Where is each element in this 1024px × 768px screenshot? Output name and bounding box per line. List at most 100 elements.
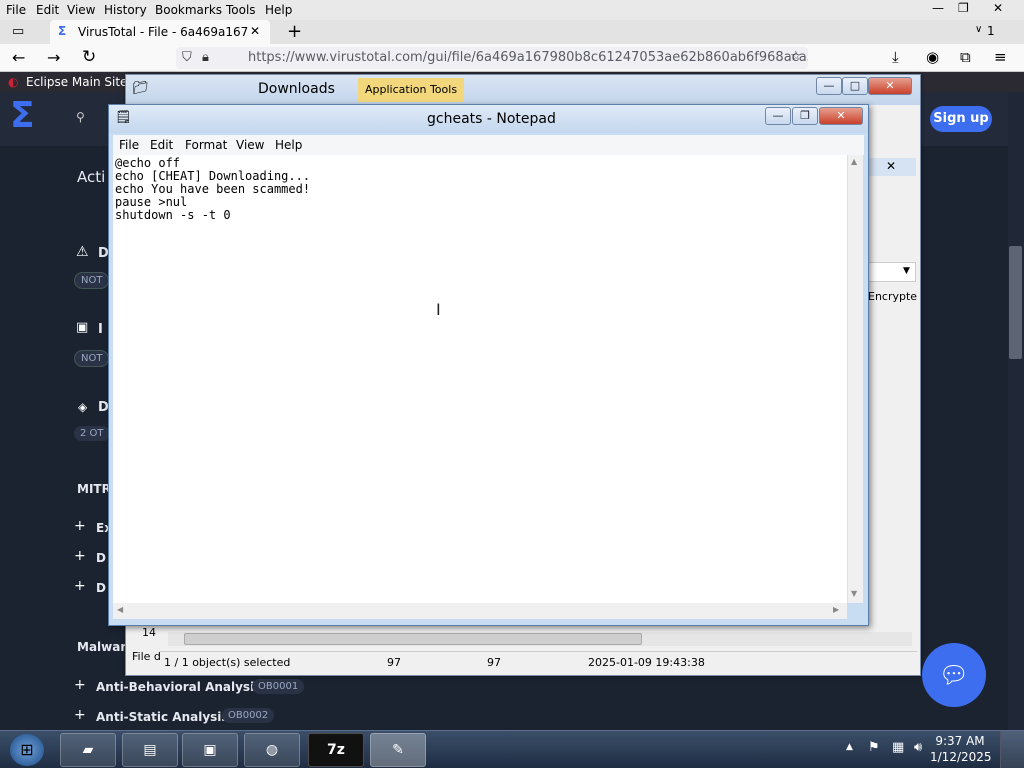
reload-icon[interactable]: ↻ — [82, 47, 96, 67]
notepad-menubar: File Edit Format View Help — [113, 135, 864, 155]
anti-behavioral-code: OB0001 — [252, 679, 305, 694]
expand-plus-icon[interactable]: + — [74, 518, 86, 534]
page-scrollbar[interactable] — [1008, 92, 1024, 732]
scroll-left-icon[interactable]: ◀ — [117, 605, 123, 614]
notepad-hscroll[interactable]: ◀ ▶ — [113, 603, 847, 619]
taskbar-app-1-icon[interactable]: ▰ — [60, 733, 116, 767]
chevron-down-icon[interactable]: ▼ — [903, 266, 910, 276]
taskbar-notepad-icon[interactable]: ✎ — [370, 733, 426, 767]
notepad-close-icon[interactable]: ✕ — [819, 107, 863, 125]
start-button-windows-icon[interactable]: ⊞ — [10, 734, 44, 766]
calendar-icon: ▣ — [76, 320, 89, 335]
volume-icon[interactable]: 🔊︎ — [914, 740, 922, 755]
url-text[interactable]: https://www.virustotal.com/gui/file/6a46… — [248, 50, 808, 65]
tab-close-icon[interactable]: ✕ — [250, 24, 260, 38]
anti-static-code: OB0002 — [222, 708, 275, 723]
action-center-flag-icon[interactable]: ⚑ — [868, 740, 880, 755]
menu-tools[interactable]: Tools — [226, 3, 256, 17]
signup-button[interactable]: Sign up — [930, 106, 992, 132]
notepad-app-icon: 🗒︎ — [115, 110, 132, 125]
network-icon[interactable]: ▦ — [892, 740, 904, 755]
application-tools-tab[interactable]: Application Tools — [358, 78, 465, 102]
explorer-dropdown[interactable]: ▼ — [868, 262, 916, 282]
diamond-icon: ◈ — [78, 400, 88, 414]
tab-overview-icon[interactable]: ▭ — [12, 24, 24, 39]
mitre-d1[interactable]: D — [96, 551, 106, 565]
status-selected: 1 / 1 object(s) selected — [164, 656, 291, 669]
menu-file[interactable]: File — [6, 3, 26, 17]
expand-plus-icon[interactable]: + — [74, 707, 86, 723]
expand-plus-icon[interactable]: + — [74, 548, 86, 564]
scroll-up-icon[interactable]: ▲ — [851, 157, 857, 166]
new-tab-icon[interactable]: + — [287, 21, 302, 42]
tab-virustotal[interactable]: Σ VirusTotal - File - 6a469a167980l ✕ — [50, 20, 270, 44]
taskbar-firefox-icon[interactable]: ◍ — [244, 733, 300, 767]
encrypted-column[interactable]: Encrypte — [868, 290, 917, 303]
folder-icon: 📁︎ — [132, 81, 149, 96]
mitre-heading: MITR — [77, 482, 111, 496]
tab-count[interactable]: 1 — [987, 24, 995, 38]
taskbar-clock[interactable]: 9:37 AM 1/12/2025 — [930, 733, 992, 765]
notepad-minimize-icon[interactable]: — — [765, 107, 791, 125]
lock-icon[interactable]: 🔒︎ — [202, 50, 209, 65]
bookmark-eclipse[interactable]: Eclipse Main Site — [26, 75, 127, 89]
expand-plus-icon[interactable]: + — [74, 677, 86, 693]
explorer-hscroll[interactable] — [168, 632, 912, 646]
search-icon[interactable]: ⚲ — [76, 110, 85, 124]
taskbar-explorer-icon[interactable]: ▤ — [122, 733, 178, 767]
explorer-close-icon[interactable]: ✕ — [868, 77, 912, 95]
scroll-down-icon[interactable]: ▼ — [851, 589, 857, 598]
close-icon[interactable]: ✕ — [993, 1, 1003, 15]
shield-icon[interactable]: ⛉ — [182, 50, 192, 65]
explorer-file-label: File d — [132, 650, 161, 663]
notepad-menu-format[interactable]: Format — [185, 138, 227, 152]
menu-help[interactable]: Help — [265, 3, 292, 17]
chat-support-button[interactable]: 💬︎ — [922, 643, 986, 707]
show-hidden-icons-icon[interactable]: ▲ — [846, 742, 853, 752]
account-icon[interactable]: ◉ — [926, 48, 939, 66]
menu-view[interactable]: View — [67, 3, 95, 17]
notepad-titlebar[interactable]: 🗒︎ gcheats - Notepad — ❐ ✕ — [109, 105, 868, 133]
tab-title: VirusTotal - File - 6a469a167980l — [78, 25, 248, 39]
badge-not-1: NOT — [74, 272, 110, 289]
notepad-menu-edit[interactable]: Edit — [150, 138, 173, 152]
status-size-1: 97 — [387, 656, 401, 669]
taskbar-7zip-icon[interactable]: 7z — [308, 733, 364, 767]
extensions-icon[interactable]: ⧉ — [960, 48, 971, 66]
chevron-down-icon[interactable]: ∨ — [975, 24, 982, 35]
app-menu-icon[interactable]: ≡ — [994, 48, 1007, 66]
anti-behavioral-label[interactable]: Anti-Behavioral Analysis — [96, 680, 261, 694]
scroll-right-icon[interactable]: ▶ — [833, 605, 839, 614]
explorer-pane-close[interactable]: ✕ — [868, 158, 916, 176]
malware-heading: Malwar — [77, 640, 127, 654]
forward-icon[interactable]: → — [47, 48, 60, 67]
taskbar-app-3-icon[interactable]: ▣ — [182, 733, 238, 767]
virustotal-logo-icon[interactable]: Σ — [10, 98, 35, 134]
page-scrollbar-thumb[interactable] — [1009, 246, 1022, 359]
back-icon[interactable]: ← — [12, 48, 25, 67]
badge-not-2: NOT — [74, 350, 110, 367]
explorer-maximize-icon[interactable]: □ — [842, 77, 868, 95]
url-bar[interactable]: ⛉ 🔒︎ https://www.virustotal.com/gui/file… — [176, 47, 808, 69]
show-desktop-button[interactable] — [1000, 731, 1024, 768]
notepad-menu-help[interactable]: Help — [275, 138, 302, 152]
menu-bookmarks[interactable]: Bookmarks — [155, 3, 222, 17]
notepad-text-area[interactable]: @echo off echo [CHEAT] Downloading... ec… — [113, 155, 847, 603]
restore-icon[interactable]: ❐ — [958, 1, 969, 15]
minimize-icon[interactable]: — — [932, 1, 944, 15]
expand-plus-icon[interactable]: + — [74, 578, 86, 594]
notepad-menu-view[interactable]: View — [236, 138, 264, 152]
notepad-restore-icon[interactable]: ❐ — [792, 107, 818, 125]
mitre-d2[interactable]: D — [96, 581, 106, 595]
pane-close-icon[interactable]: ✕ — [886, 159, 896, 173]
menu-history[interactable]: History — [104, 3, 147, 17]
explorer-hscroll-thumb[interactable] — [184, 633, 642, 645]
menu-edit[interactable]: Edit — [36, 3, 59, 17]
bookmark-star-icon[interactable]: ☆ — [790, 49, 802, 64]
anti-static-label[interactable]: Anti-Static Analysis — [96, 710, 229, 724]
notepad-vscroll[interactable]: ▲ ▼ — [847, 155, 863, 603]
explorer-minimize-icon[interactable]: — — [816, 77, 842, 95]
browser-menubar: File Edit View History Bookmarks Tools H… — [0, 0, 1024, 20]
notepad-menu-file[interactable]: File — [119, 138, 139, 152]
download-icon[interactable]: ⤓ — [892, 48, 899, 66]
